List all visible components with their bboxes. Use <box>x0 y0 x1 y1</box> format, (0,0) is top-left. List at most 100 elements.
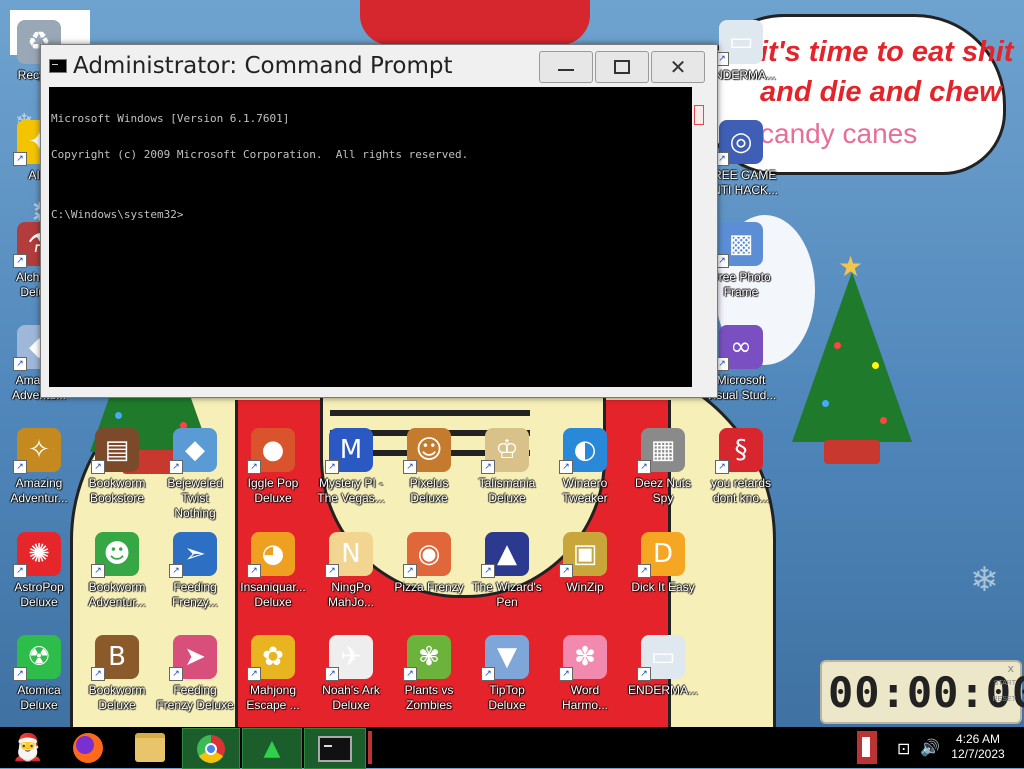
gift-boxes <box>824 440 880 464</box>
maximize-button[interactable] <box>595 51 649 83</box>
desktop-icon-label: Dick It Easy <box>631 580 695 594</box>
timer-start-button[interactable]: START <box>994 680 1016 687</box>
timer-widget[interactable]: 00:00:00 x START RESET <box>820 660 1024 724</box>
gem-icon: ◆ ↗ <box>169 428 217 474</box>
firefox-icon <box>73 732 103 763</box>
shortcut-arrow-icon: ↗ <box>247 460 261 474</box>
mystery-pi-icon: M ↗ <box>325 428 373 474</box>
desktop-icon-label: AstroPop Deluxe <box>14 580 64 609</box>
desktop-icon[interactable]: ◐ ↗ Winaero Tweaker <box>546 428 624 506</box>
shortcut-arrow-icon: ↗ <box>559 460 573 474</box>
desktop-icon[interactable]: ▣ ↗ WinZip <box>546 532 624 595</box>
desktop-icon[interactable]: ✺ ↗ AstroPop Deluxe <box>0 532 78 610</box>
timer-close-button[interactable]: x <box>1007 662 1014 675</box>
desktop-icon[interactable]: ☢ ↗ Atomica Deluxe <box>0 635 78 713</box>
minimize-button[interactable] <box>539 51 593 83</box>
file-explorer-icon <box>135 733 165 762</box>
desktop-icon[interactable]: ◉ ↗ Pizza Frenzy <box>390 532 468 595</box>
clock-date: 12/7/2023 <box>951 747 1005 761</box>
speech-bubble-line: and die and chew <box>760 76 1002 108</box>
desktop-icon[interactable]: ✧ ↗ Amazing Adventur... <box>0 428 78 506</box>
taskbar-firefox[interactable] <box>60 728 116 767</box>
desktop-icon[interactable]: ✾ ↗ Plants vs Zombies <box>390 635 468 713</box>
desktop-icon[interactable]: ◕ ↗ Insaniquar... Deluxe <box>234 532 312 610</box>
minimize-icon <box>558 69 574 71</box>
desktop-icon[interactable]: ◆ ↗ Bejeweled Twist Nothing <box>156 428 234 521</box>
desktop-icon[interactable]: ➣ ↗ Feeding Frenzy... <box>156 532 234 610</box>
timer-reset-button[interactable]: RESET <box>993 696 1016 703</box>
volume-icon[interactable]: 🔊 <box>920 738 940 757</box>
document-icon: ▭ ↗ <box>637 635 685 681</box>
desktop-icon[interactable]: ✽ ↗ Word Harmo... <box>546 635 624 713</box>
desktop-icon-label: ENDERMA... <box>627 683 698 697</box>
desktop-icon[interactable]: ☺ ↗ Pixelus Deluxe <box>390 428 468 506</box>
desktop-icon-label: Feeding Frenzy Deluxe <box>156 683 234 712</box>
pixelus-icon: ☺ ↗ <box>403 428 451 474</box>
plants-vs-zombies-icon: ✾ ↗ <box>403 635 451 681</box>
chrome-icon <box>197 734 225 763</box>
command-prompt-window[interactable]: Administrator: Command Prompt ✕ Microsof… <box>40 44 718 398</box>
desktop-icon[interactable]: B ↗ Bookworm Deluxe <box>78 635 156 713</box>
desktop-icon-label: Iggle Pop Deluxe <box>247 476 299 505</box>
desktop-icon-label: Feeding Frenzy... <box>172 580 218 609</box>
desktop-icon-label: The Wizard's Pen <box>472 580 542 609</box>
desktop-icon-label: Deez Nuts Spy <box>634 476 692 505</box>
wallpaper-stripe <box>330 410 530 416</box>
desktop-icon-label: Atomica Deluxe <box>17 683 61 712</box>
desktop-icon[interactable]: § ↗ you retards dont kno... <box>702 428 780 506</box>
shortcut-arrow-icon: ↗ <box>559 667 573 681</box>
shortcut-arrow-icon: ↗ <box>169 667 183 681</box>
console-output[interactable]: Microsoft Windows [Version 6.1.7601] Cop… <box>49 87 692 387</box>
shortcut-arrow-icon: ↗ <box>481 564 495 578</box>
desktop-icon[interactable]: ♔ ↗ Talismania Deluxe <box>468 428 546 506</box>
shortcut-arrow-icon: ↗ <box>325 460 339 474</box>
desktop-icon-label: Pizza Frenzy <box>394 580 464 594</box>
taskbar-chrome[interactable] <box>182 728 240 769</box>
desktop-icon[interactable]: ✿ ↗ Mahjong Escape ... <box>234 635 312 713</box>
desktop-icon[interactable]: ☻ ↗ Bookworm Adventur... <box>78 532 156 610</box>
system-clock[interactable]: 4:26 AM 12/7/2023 <box>944 732 1012 762</box>
close-button[interactable]: ✕ <box>651 51 705 83</box>
desktop-icon[interactable]: ▭ ↗ ENDERMA... <box>624 635 702 698</box>
vertical-scrollbar[interactable] <box>692 87 706 387</box>
start-button[interactable]: 🎅 <box>0 728 56 767</box>
insaniquarium-icon: ◕ ↗ <box>247 532 295 578</box>
network-icon[interactable]: ⊡ <box>897 739 910 758</box>
desktop-icon[interactable]: ▦ ↗ Deez Nuts Spy <box>624 428 702 506</box>
taskbar-separator <box>368 731 372 764</box>
shortcut-arrow-icon: ↗ <box>247 667 261 681</box>
taskbar-christmas-tree[interactable]: ▲ <box>242 728 302 769</box>
desktop-icon-label: Talismania Deluxe <box>478 476 536 505</box>
desktop-icon[interactable]: ▼ ↗ TipTop Deluxe <box>468 635 546 713</box>
desktop-icon[interactable]: ● ↗ Iggle Pop Deluxe <box>234 428 312 506</box>
shortcut-arrow-icon: ↗ <box>637 667 651 681</box>
photo-frame-icon: ▩ ↗ <box>715 222 763 268</box>
document-icon: ▭ ↗ <box>715 20 763 66</box>
desktop-icon[interactable]: M ↗ Mystery PI - The Vegas... <box>312 428 390 506</box>
taskbar-command-prompt[interactable] <box>304 728 366 769</box>
window-title: Administrator: Command Prompt <box>73 53 453 79</box>
taskbar-file-explorer[interactable] <box>124 728 176 767</box>
desktop-icon[interactable]: ▤ ↗ Bookworm Bookstore <box>78 428 156 506</box>
compass-icon: ✧ ↗ <box>13 428 61 474</box>
atomica-icon: ☢ ↗ <box>13 635 61 681</box>
timer-display: 00:00:00 <box>828 668 1024 717</box>
command-prompt-icon <box>318 735 352 762</box>
desktop-icon-label: Insaniquar... Deluxe <box>240 580 306 609</box>
desktop-icon[interactable]: D ↗ Dick It Easy <box>624 532 702 595</box>
shortcut-arrow-icon: ↗ <box>559 564 573 578</box>
wallpaper-santa-hat <box>360 0 590 45</box>
desktop-icon-label: Bookworm Bookstore <box>88 476 146 505</box>
action-center-flag-icon[interactable] <box>857 731 877 764</box>
desktop-icon-label: TipTop Deluxe <box>488 683 526 712</box>
shortcut-arrow-icon: ↗ <box>325 564 339 578</box>
scrollbar-thumb[interactable] <box>694 105 704 125</box>
desktop-icon[interactable]: ✈ ↗ Noah's Ark Deluxe <box>312 635 390 713</box>
desktop-icon-label: Winaero Tweaker <box>562 476 608 505</box>
desktop-icon[interactable]: N ↗ NingPo MahJo... <box>312 532 390 610</box>
window-title-bar[interactable]: Administrator: Command Prompt ✕ <box>41 45 717 87</box>
desktop-icon-label: you retards dont kno... <box>710 476 772 505</box>
desktop-icon-label: NingPo MahJo... <box>327 580 375 609</box>
desktop-icon[interactable]: ➤ ↗ Feeding Frenzy Deluxe <box>156 635 234 713</box>
desktop-icon[interactable]: ▲ ↗ The Wizard's Pen <box>468 532 546 610</box>
